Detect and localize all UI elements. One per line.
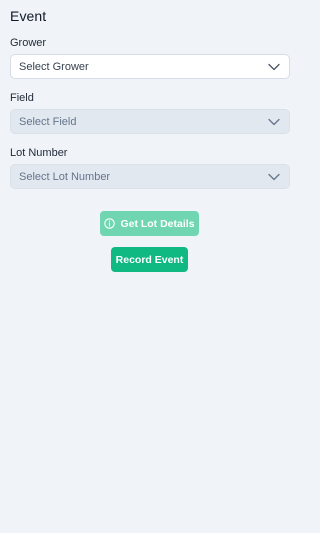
field-label: Field <box>10 92 34 104</box>
get-lot-details-label: Get Lot Details <box>120 217 195 230</box>
grower-label: Grower <box>10 37 47 49</box>
chevron-down-icon <box>267 170 281 184</box>
field-select-value: Select Field <box>19 115 77 128</box>
page-title: Event <box>10 8 47 24</box>
info-icon <box>104 218 116 229</box>
record-event-label: Record Event <box>115 253 184 266</box>
lot-number-select[interactable]: Select Lot Number <box>10 164 290 189</box>
field-select[interactable]: Select Field <box>10 109 290 134</box>
record-event-button[interactable]: Record Event <box>111 247 188 272</box>
grower-select[interactable]: Select Grower <box>10 54 290 79</box>
event-page: Event Grower Select Grower Field Select … <box>0 0 300 533</box>
lot-number-label: Lot Number <box>10 147 68 159</box>
lot-number-select-value: Select Lot Number <box>19 170 111 183</box>
chevron-down-icon <box>267 115 281 129</box>
grower-select-value: Select Grower <box>19 60 89 73</box>
chevron-down-icon <box>267 60 281 74</box>
get-lot-details-button[interactable]: Get Lot Details <box>100 211 199 236</box>
